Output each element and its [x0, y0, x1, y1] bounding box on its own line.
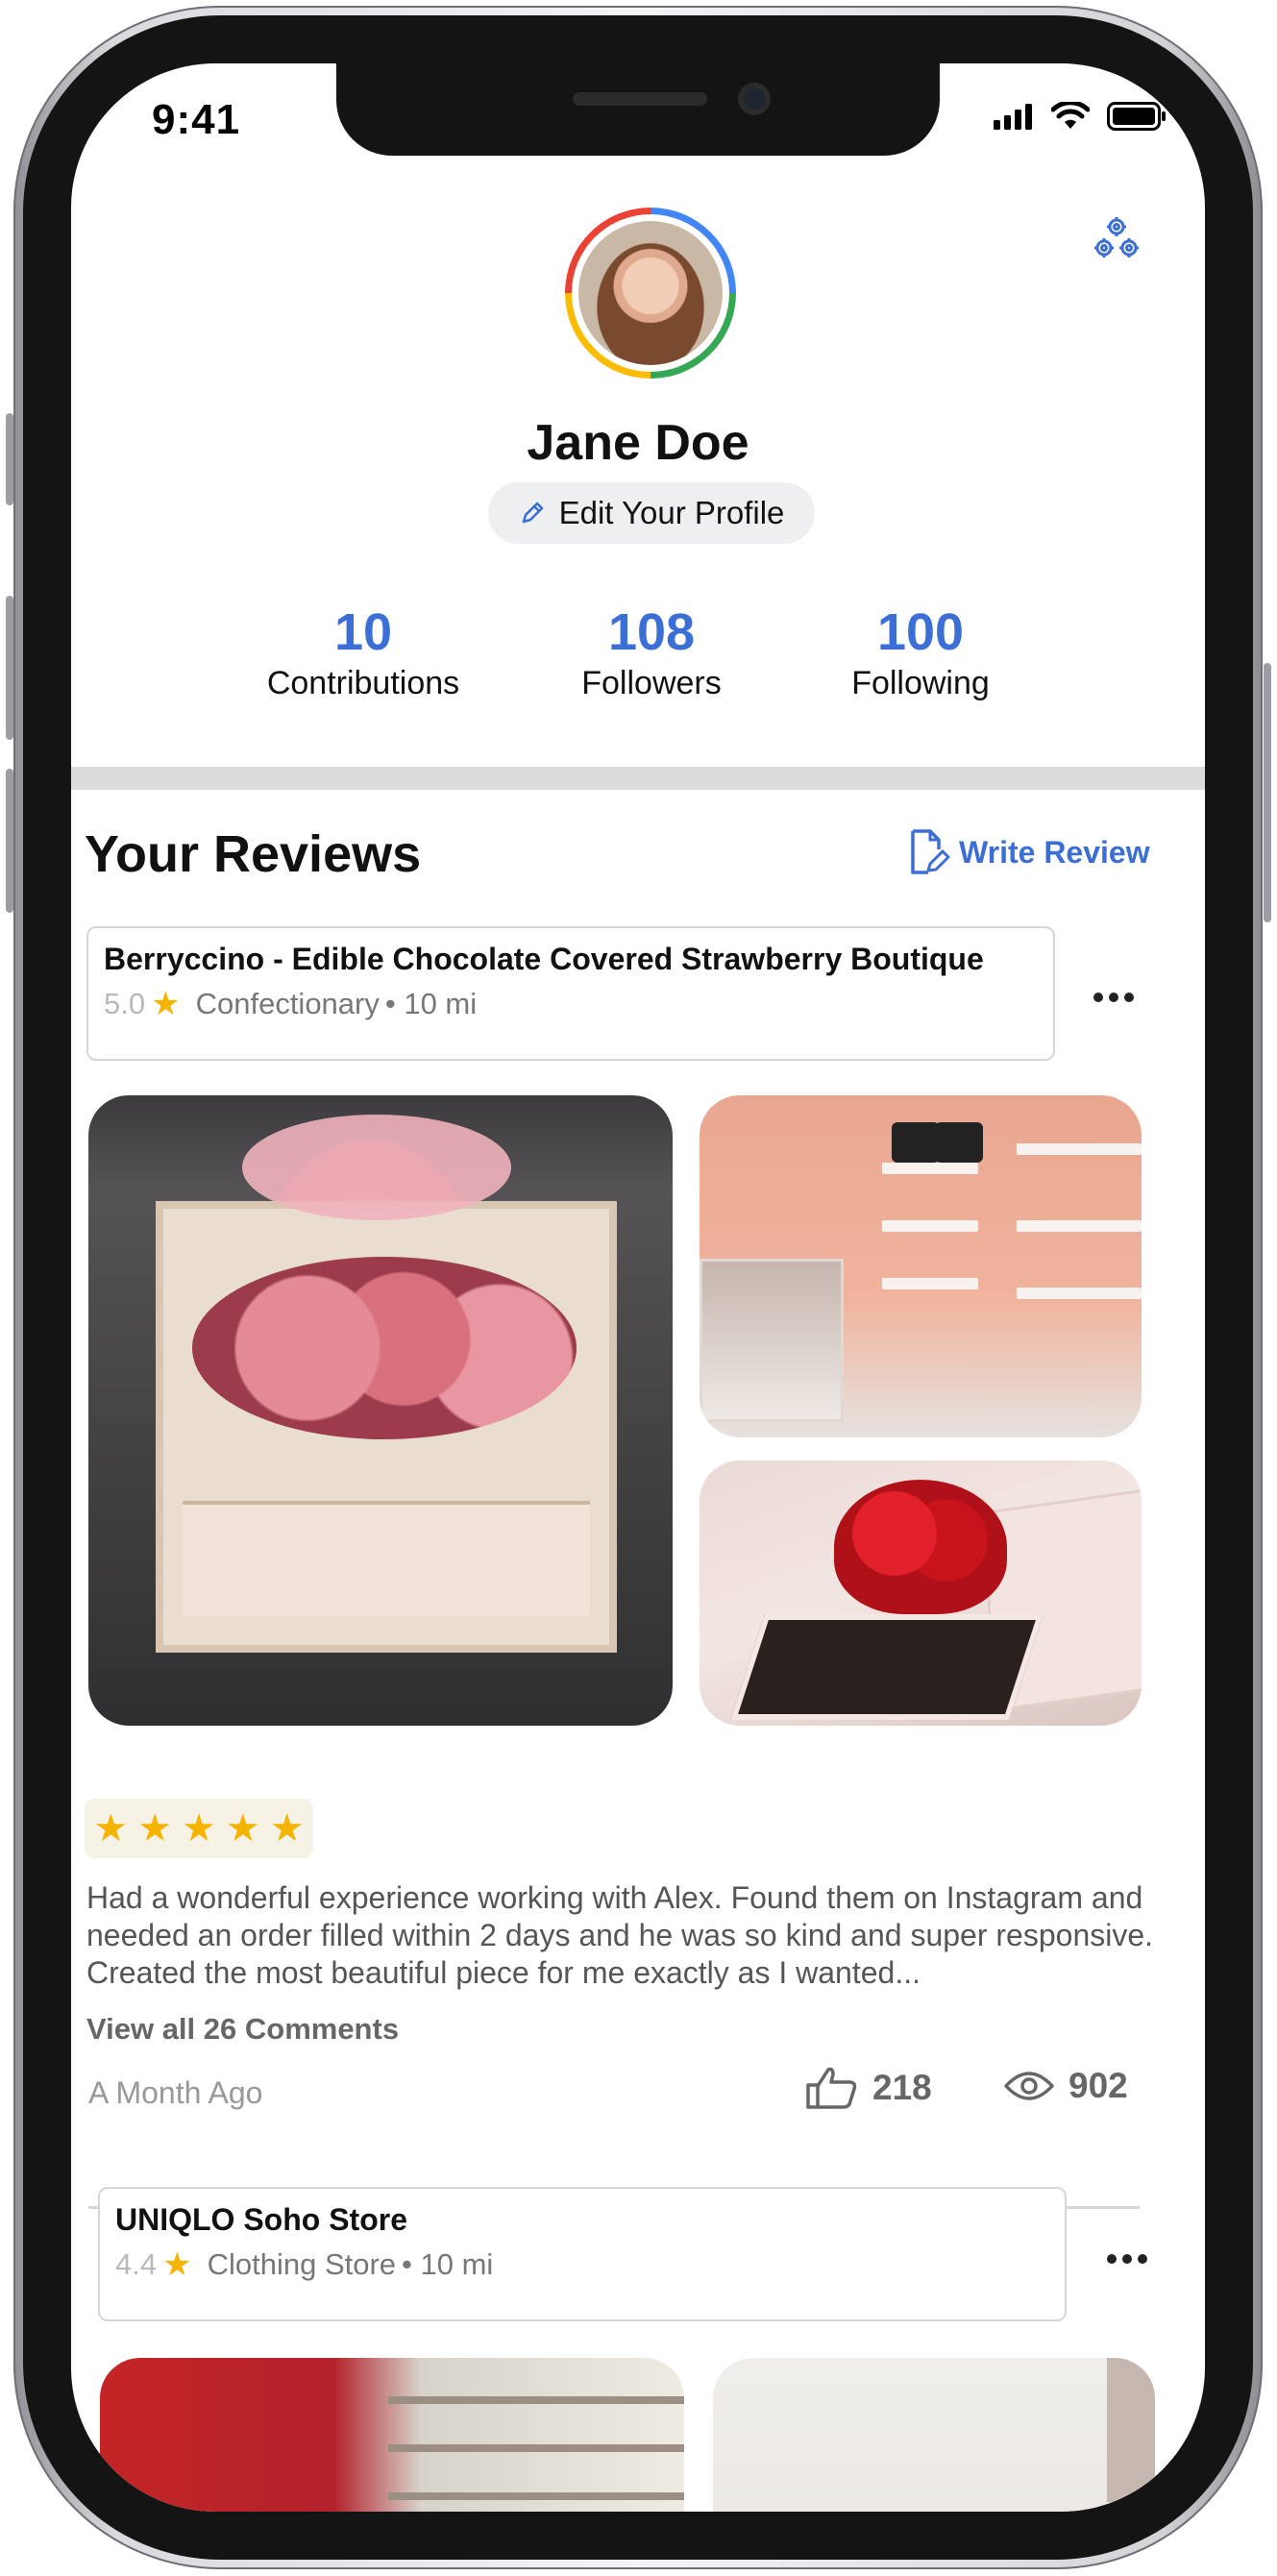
eye-icon: [1004, 2072, 1054, 2100]
like-button[interactable]: 218: [805, 2066, 932, 2110]
front-camera: [738, 83, 771, 115]
place-category: Confectionary: [195, 987, 380, 1020]
star-rating: ★ ★ ★ ★ ★: [85, 1799, 313, 1858]
pencil-icon: [522, 502, 543, 524]
place-card-uniqlo[interactable]: UNIQLO Soho Store 4.4 ★ Clothing Store •…: [98, 2187, 1067, 2321]
avatar-ring[interactable]: [565, 208, 736, 379]
contributions-label: Contributions: [266, 665, 460, 701]
wifi-icon: [1051, 102, 1090, 129]
app-screen: 9:41 Jane Doe Edit Your Profile 10 Contr…: [71, 63, 1205, 2512]
settings-gear-icon[interactable]: [1090, 213, 1143, 267]
review-time: A Month Ago: [88, 2075, 263, 2110]
battery-icon: [1107, 102, 1166, 131]
status-time: 9:41: [152, 96, 241, 143]
view-count: 902: [1068, 2066, 1128, 2105]
profile-name: Jane Doe: [527, 415, 749, 471]
contributions-count: 10: [333, 603, 393, 661]
place-card-berryccino[interactable]: Berryccino - Edible Chocolate Covered St…: [86, 926, 1055, 1061]
star-icon: ★: [151, 986, 181, 1022]
star-icon: ★: [269, 1807, 305, 1850]
review-photo-shop-interior[interactable]: [700, 1095, 1142, 1437]
stat-followers[interactable]: 108 Followers: [527, 601, 776, 702]
review-photo-gift-box[interactable]: [88, 1095, 673, 1726]
cellular-signal-icon: [994, 104, 1032, 130]
following-label: Following: [851, 665, 990, 701]
following-count: 100: [876, 603, 965, 661]
avatar: [578, 221, 723, 365]
place-name: Berryccino - Edible Chocolate Covered St…: [104, 942, 984, 976]
place-rating: 5.0: [104, 987, 146, 1020]
stat-contributions[interactable]: 10 Contributions: [238, 601, 488, 702]
thumbs-up-icon: [806, 2067, 857, 2109]
followers-label: Followers: [581, 665, 722, 701]
review-photo-uniqlo-store[interactable]: [100, 2358, 684, 2512]
stat-following[interactable]: 100 Following: [796, 601, 1045, 702]
section-divider: [71, 767, 1205, 790]
edit-profile-label: Edit Your Profile: [558, 495, 785, 530]
more-options-icon[interactable]: [1107, 2254, 1147, 2264]
volume-up-button: [6, 596, 13, 740]
notch: [336, 63, 940, 156]
place-name: UNIQLO Soho Store: [115, 2202, 407, 2237]
power-button: [1264, 663, 1271, 922]
star-icon: ★: [162, 2246, 192, 2283]
followers-count: 108: [607, 603, 696, 661]
views-stat: 902: [1003, 2066, 1128, 2106]
write-review-button[interactable]: Write Review: [907, 828, 1150, 876]
star-icon: ★: [137, 1807, 173, 1850]
speaker-grille: [573, 92, 707, 106]
more-options-icon[interactable]: [1093, 993, 1134, 1002]
place-distance: • 10 mi: [402, 2247, 494, 2281]
place-meta: 4.4 ★ Clothing Store • 10 mi: [115, 2247, 1049, 2282]
place-category: Clothing Store: [207, 2247, 397, 2281]
star-icon: ★: [93, 1807, 129, 1850]
place-meta: 5.0 ★ Confectionary • 10 mi: [104, 987, 1038, 1021]
place-rating: 4.4: [115, 2247, 158, 2281]
status-icons: [994, 102, 1166, 131]
star-icon: ★: [182, 1807, 216, 1850]
volume-down-button: [6, 769, 13, 913]
place-distance: • 10 mi: [384, 987, 478, 1020]
review-photo-uniqlo-interior[interactable]: [713, 2358, 1155, 2512]
review-photo-strawberry-box[interactable]: [700, 1460, 1142, 1726]
write-review-icon: [911, 829, 950, 874]
like-count: 218: [872, 2068, 932, 2107]
reviews-section-title: Your Reviews: [85, 825, 422, 883]
edit-profile-button[interactable]: Edit Your Profile: [488, 482, 815, 544]
star-icon: ★: [225, 1807, 260, 1850]
review-text: Had a wonderful experience working with …: [86, 1880, 1154, 1990]
write-review-label: Write Review: [959, 834, 1150, 870]
silent-switch: [6, 413, 13, 505]
view-comments-link[interactable]: View all 26 Comments: [86, 2012, 399, 2047]
